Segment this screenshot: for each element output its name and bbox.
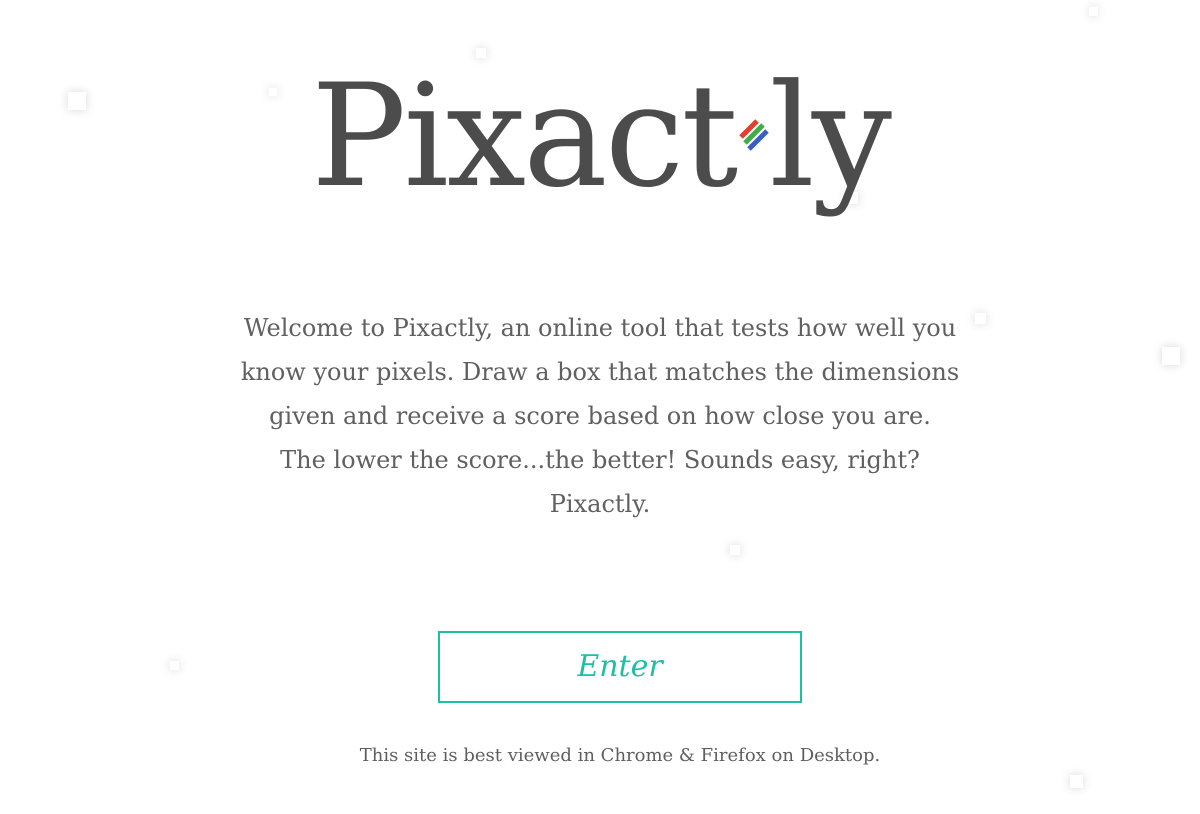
intro-line: given and receive a score based on how c…	[269, 402, 931, 430]
intro-line: Pixactly.	[549, 490, 651, 518]
decorative-square	[1089, 7, 1098, 16]
enter-button[interactable]: Enter	[438, 631, 802, 703]
decorative-square	[170, 661, 179, 670]
decorative-square	[1162, 347, 1180, 365]
decorative-square	[975, 313, 986, 324]
site-logo: Pixact ly	[0, 52, 1200, 242]
logo-text-end: ly	[769, 54, 892, 219]
intro-line: Welcome to Pixactly, an online tool that…	[243, 314, 957, 342]
intro-line: The lower the score...the better! Sounds…	[280, 446, 920, 474]
intro-paragraph: Welcome to Pixactly, an online tool that…	[240, 306, 960, 526]
logo-text-start: Pixact	[311, 54, 738, 219]
logo-wordmark: Pixact ly	[311, 52, 892, 222]
decorative-square	[730, 545, 740, 555]
decorative-square	[1070, 775, 1083, 788]
browser-recommendation-note: This site is best viewed in Chrome & Fir…	[359, 745, 881, 766]
pixel-stripes-icon	[739, 119, 770, 151]
intro-line: know your pixels. Draw a box that matche…	[240, 358, 960, 386]
logo-mark-slot	[735, 119, 770, 185]
